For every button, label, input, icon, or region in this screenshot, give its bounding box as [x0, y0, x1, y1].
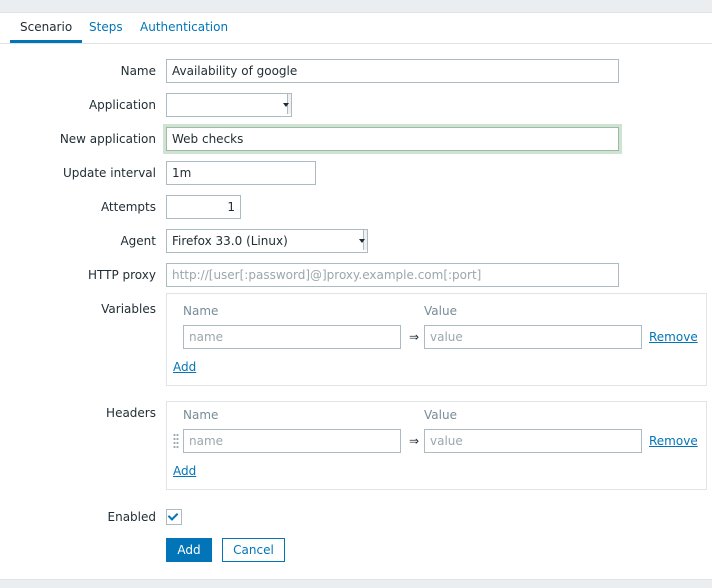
- variable-value-input[interactable]: value: [424, 325, 642, 349]
- agent-label: Agent: [120, 234, 156, 248]
- tab-steps[interactable]: Steps: [79, 13, 133, 43]
- cancel-button[interactable]: Cancel: [222, 538, 285, 562]
- arrow-right-icon: ⇒: [409, 330, 420, 344]
- enabled-label: Enabled: [107, 510, 157, 524]
- name-input[interactable]: Availability of google: [166, 59, 619, 83]
- name-label: Name: [120, 64, 156, 78]
- chevron-down-icon: [283, 103, 289, 107]
- variable-name-input[interactable]: name: [183, 325, 401, 349]
- agent-select-value: Firefox 33.0 (Linux): [172, 234, 288, 248]
- application-label: Application: [88, 98, 156, 112]
- variables-label: Variables: [101, 302, 156, 316]
- header-add-link[interactable]: Add: [173, 464, 196, 478]
- checkmark-icon: [167, 510, 179, 521]
- variables-col-value: Value: [424, 304, 457, 318]
- variables-table: Name Value name ⇒ value Remove Add: [166, 293, 707, 386]
- header-name-input[interactable]: name: [183, 429, 401, 453]
- tab-bar: Scenario Steps Authentication: [0, 13, 712, 44]
- update-interval-input[interactable]: 1m: [166, 161, 316, 185]
- variable-add-link[interactable]: Add: [173, 360, 196, 374]
- update-interval-label: Update interval: [62, 166, 156, 180]
- application-select[interactable]: [166, 93, 292, 117]
- headers-col-name: Name: [183, 408, 219, 422]
- add-button[interactable]: Add: [166, 538, 212, 562]
- headers-col-value: Value: [424, 408, 457, 422]
- chevron-down-icon: [359, 239, 365, 243]
- http-proxy-label: HTTP proxy: [88, 268, 156, 282]
- variables-col-name: Name: [183, 304, 219, 318]
- agent-select[interactable]: Firefox 33.0 (Linux): [166, 229, 368, 253]
- attempts-label: Attempts: [100, 200, 156, 214]
- headers-label: Headers: [106, 406, 156, 420]
- header-value-input[interactable]: value: [424, 429, 642, 453]
- headers-table: Name Value name ⇒ value Remove Add: [166, 401, 707, 490]
- http-proxy-input[interactable]: http://[user[:password]@]proxy.example.c…: [166, 263, 619, 287]
- form-panel: Scenario Steps Authentication Name Avail…: [0, 12, 712, 580]
- header-remove-link[interactable]: Remove: [649, 434, 698, 448]
- arrow-right-icon: ⇒: [409, 434, 420, 448]
- enabled-checkbox[interactable]: [166, 509, 182, 525]
- drag-handle-icon[interactable]: [173, 433, 179, 449]
- tab-scenario[interactable]: Scenario: [10, 13, 83, 43]
- tab-authentication[interactable]: Authentication: [130, 13, 238, 43]
- variable-remove-link[interactable]: Remove: [649, 330, 698, 344]
- attempts-input[interactable]: 1: [166, 195, 241, 219]
- new-application-input[interactable]: Web checks: [166, 127, 619, 151]
- new-application-label: New application: [59, 132, 156, 146]
